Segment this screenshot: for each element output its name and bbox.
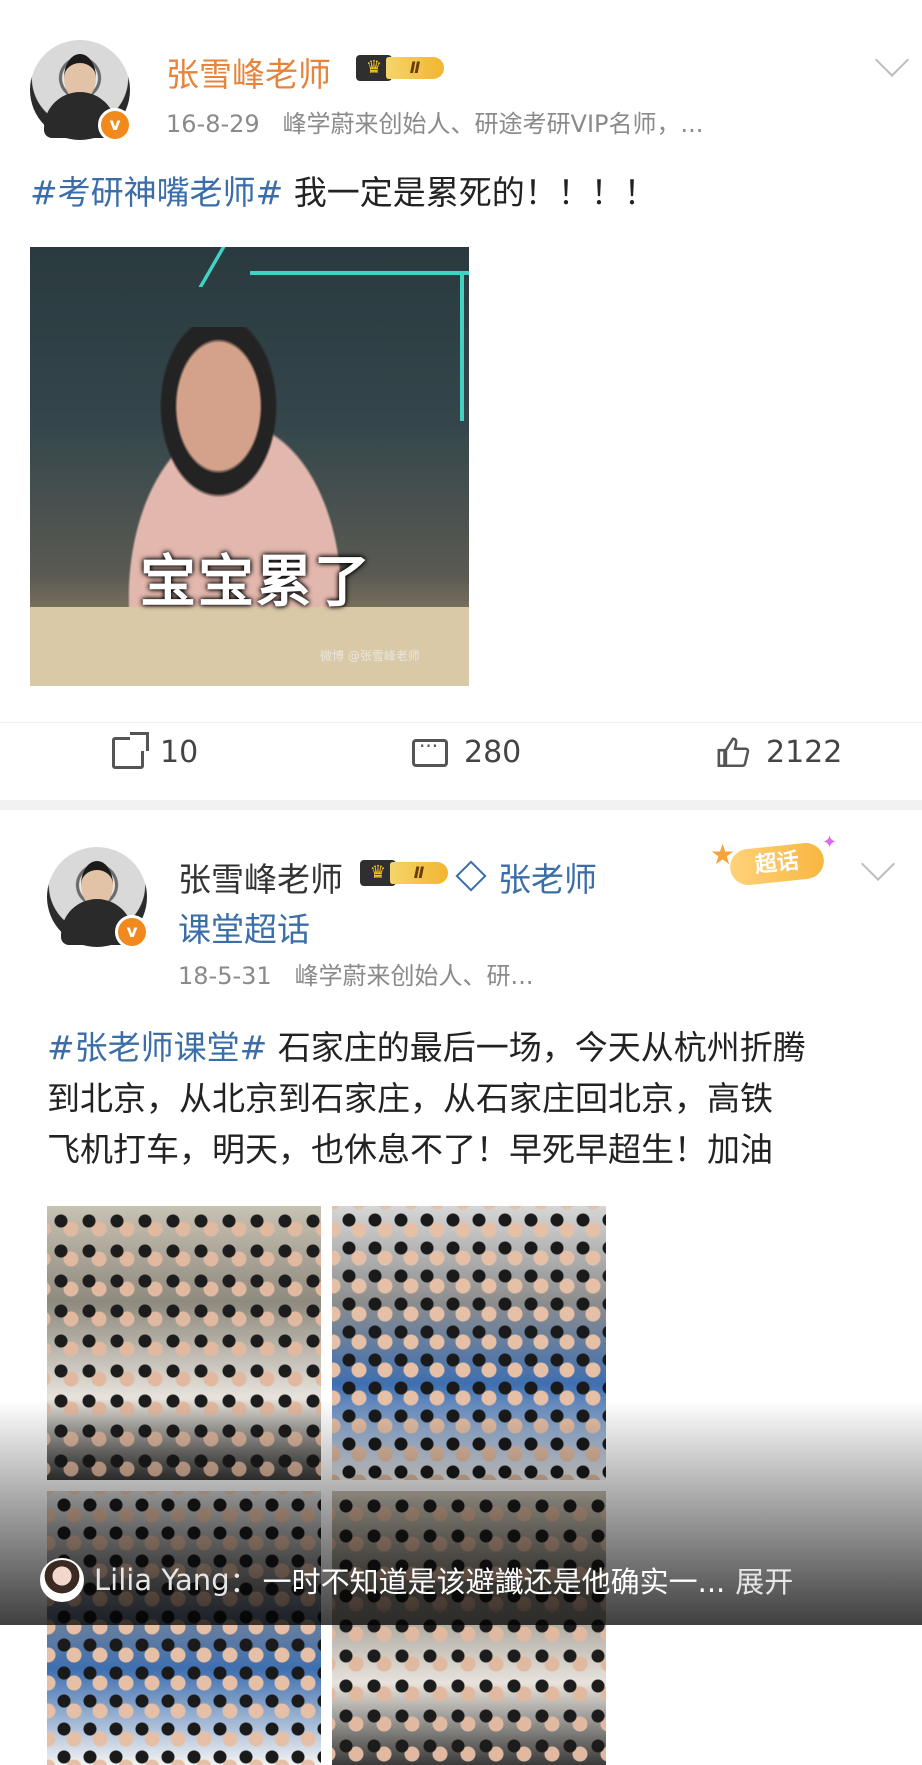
author-name[interactable]: 张雪峰老师 bbox=[178, 853, 343, 901]
topic-link-continued[interactable]: 课堂超话 bbox=[178, 903, 310, 951]
post-actions: 10 280 2122 bbox=[0, 722, 922, 793]
verified-icon: v bbox=[98, 108, 132, 142]
post-meta: 18-5-31 峰学蔚来创始人、研... bbox=[178, 956, 533, 991]
share-count: 10 bbox=[160, 735, 199, 770]
author-avatar[interactable]: v bbox=[47, 847, 149, 949]
comment-overlay[interactable]: Lilia Yang： 一时不知道是该避讖还是他确实一... 展开 bbox=[40, 1555, 900, 1605]
post-meta: 16-8-29 峰学蔚来创始人、研途考研VIP名师，... bbox=[166, 104, 703, 139]
post-body: 我一定是累死的！！！！ bbox=[283, 173, 657, 212]
diamond-icon bbox=[455, 860, 487, 892]
comment-icon bbox=[412, 734, 448, 767]
comment-button[interactable]: 280 bbox=[412, 734, 522, 770]
topic-link[interactable]: 张老师 bbox=[455, 853, 597, 901]
commenter-name: Lilia Yang bbox=[94, 1563, 230, 1597]
chevron-down-icon[interactable] bbox=[875, 43, 909, 77]
image-caption: 宝宝累了 bbox=[140, 550, 372, 615]
sparkle-icon: ✦ bbox=[822, 832, 838, 853]
author-bio: 峰学蔚来创始人、研途考研VIP名师，... bbox=[282, 110, 704, 138]
post-date: 16-8-29 bbox=[166, 110, 260, 138]
post-date: 18-5-31 bbox=[178, 962, 272, 990]
author-bio: 峰学蔚来创始人、研... bbox=[294, 962, 534, 990]
weibo-post-1: v 张雪峰老师 ♛ Ⅱ 16-8-29 峰学蔚来创始人、研途考研VIP名师，..… bbox=[0, 0, 922, 800]
post-text: #考研神嘴老师# 我一定是累死的！！！！ bbox=[30, 167, 657, 218]
thumbs-up-icon bbox=[716, 736, 750, 770]
post-image[interactable]: 宝宝累了 微博 @张雪峰老师 bbox=[30, 247, 469, 686]
comment-text: 一时不知道是该避讖还是他确实一... bbox=[262, 1565, 726, 1599]
vip-crown-icon: ♛ Ⅱ bbox=[356, 53, 448, 83]
chaohua-badge[interactable]: ★ 超话 ✦ bbox=[710, 832, 840, 894]
post-text: #张老师课堂# 石家庄的最后一场，今天从杭州折腾 到北京，从北京到石家庄，从石家… bbox=[47, 1028, 806, 1169]
commenter-avatar bbox=[40, 1558, 84, 1602]
vip-crown-icon: ♛ Ⅱ bbox=[360, 858, 452, 888]
comment-count: 280 bbox=[464, 735, 522, 770]
expand-button[interactable]: 展开 bbox=[735, 1559, 793, 1601]
post-divider bbox=[0, 800, 922, 810]
share-button[interactable]: 10 bbox=[112, 731, 199, 770]
share-icon bbox=[112, 731, 149, 769]
hashtag-link[interactable]: #张老师课堂# bbox=[47, 1028, 267, 1067]
like-count: 2122 bbox=[766, 735, 843, 770]
verified-icon: v bbox=[115, 915, 149, 949]
hashtag-link[interactable]: #考研神嘴老师# bbox=[30, 173, 283, 212]
like-button[interactable]: 2122 bbox=[716, 735, 842, 770]
image-watermark: 微博 @张雪峰老师 bbox=[320, 649, 420, 663]
author-name[interactable]: 张雪峰老师 bbox=[166, 48, 331, 96]
author-avatar[interactable]: v bbox=[30, 40, 132, 142]
